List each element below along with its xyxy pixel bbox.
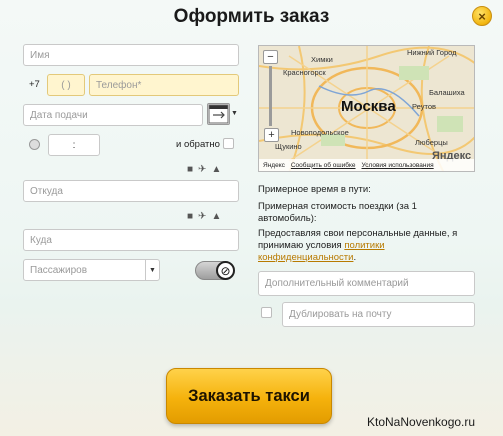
- map-label: Новоподольское: [291, 128, 349, 137]
- phone-prefix: +7: [29, 79, 40, 90]
- to-input[interactable]: Куда: [23, 229, 239, 251]
- map-label: Люберцы: [415, 138, 448, 147]
- map-label: Балашиха: [429, 88, 465, 97]
- from-input[interactable]: Откуда: [23, 180, 239, 202]
- duplicate-email-checkbox[interactable]: [261, 307, 272, 318]
- watermark: KtoNaNovenkogo.ru: [367, 415, 476, 429]
- chevron-down-icon[interactable]: ▼: [231, 110, 238, 117]
- order-taxi-button[interactable]: Заказать такси: [166, 368, 332, 424]
- car-icon[interactable]: ▲: [211, 164, 226, 175]
- route-map[interactable]: − + Химки Нижний Город Красногорск Балаш…: [258, 45, 475, 172]
- return-label: и обратно: [176, 139, 220, 150]
- chevron-down-icon[interactable]: ▼: [145, 260, 159, 280]
- email-input[interactable]: Дублировать на почту: [282, 302, 475, 327]
- map-footer: Яндекс Сообщить об ошибке Условия исполь…: [259, 159, 474, 171]
- page-title: Оформить заказ: [173, 6, 330, 27]
- map-label: Красногорск: [283, 68, 326, 77]
- passengers-placeholder: Пассажиров: [30, 264, 88, 276]
- map-label: Нижний Город: [407, 48, 457, 57]
- plane-icon[interactable]: ✈: [198, 211, 211, 222]
- phone-code-input[interactable]: ( ): [47, 74, 85, 96]
- clock-icon: [29, 139, 40, 150]
- plane-icon[interactable]: ✈: [198, 164, 211, 175]
- calendar-icon[interactable]: [207, 103, 230, 125]
- phone-input[interactable]: Телефон*: [89, 74, 239, 96]
- zoom-slider-track[interactable]: [269, 66, 272, 126]
- car-icon[interactable]: ▲: [211, 211, 226, 222]
- map-label: Химки: [311, 55, 333, 64]
- passengers-select[interactable]: Пассажиров ▼: [23, 259, 160, 281]
- consent-text: Предоставляя свои персональные данные, я…: [258, 228, 472, 264]
- report-error-link[interactable]: Сообщить об ошибке: [291, 162, 356, 169]
- time-input[interactable]: :: [48, 134, 100, 156]
- travel-time: Примерное время в пути:: [258, 184, 371, 195]
- map-city-label: Москва: [341, 98, 396, 115]
- consent-text-end: .: [353, 252, 357, 263]
- trip-cost: Примерная стоимость поездки (за 1 автомо…: [258, 201, 417, 224]
- map-label: Реутов: [412, 102, 437, 111]
- name-input[interactable]: Имя: [23, 44, 239, 66]
- train-icon[interactable]: ■: [187, 164, 198, 175]
- terms-link[interactable]: Условия использования: [362, 162, 434, 169]
- train-icon[interactable]: ■: [187, 211, 198, 222]
- map-footer-brand[interactable]: Яндекс: [263, 162, 285, 169]
- close-icon[interactable]: ×: [472, 6, 492, 26]
- zoom-in-button[interactable]: +: [264, 128, 279, 142]
- date-input[interactable]: Дата подачи: [23, 104, 203, 126]
- no-smoking-icon[interactable]: ⊘: [216, 261, 235, 280]
- return-checkbox[interactable]: [223, 138, 234, 149]
- map-label: Щукино: [275, 142, 302, 151]
- comment-input[interactable]: Дополнительный комментарий: [258, 271, 475, 296]
- zoom-out-button[interactable]: −: [263, 50, 278, 64]
